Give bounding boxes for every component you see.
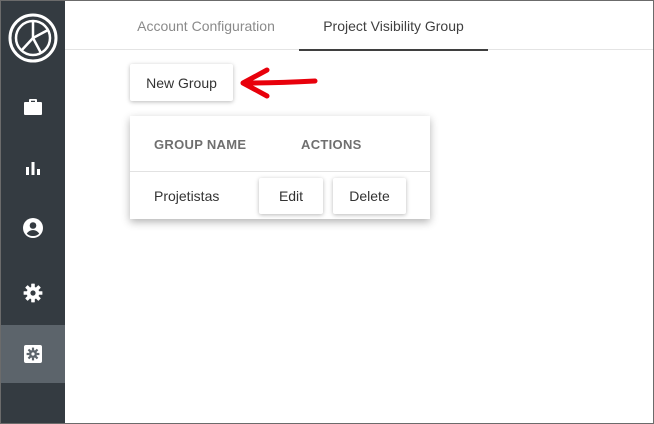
column-header-group-name: GROUP NAME: [154, 136, 247, 152]
table-header: GROUP NAME ACTIONS: [130, 116, 430, 172]
edit-button[interactable]: Edit: [259, 178, 323, 214]
settings-box-icon: [24, 345, 42, 363]
tab-account-configuration[interactable]: Account Configuration: [113, 1, 299, 50]
group-name-cell: Projetistas: [154, 187, 220, 204]
new-group-button[interactable]: New Group: [130, 64, 233, 101]
column-header-actions: ACTIONS: [301, 136, 362, 152]
sidebar-item-projects[interactable]: [1, 79, 65, 135]
sidebar-item-settings[interactable]: [1, 265, 65, 321]
sidebar-item-account[interactable]: [1, 200, 65, 256]
delete-button[interactable]: Delete: [333, 178, 406, 214]
groups-table: GROUP NAME ACTIONS Projetistas Edit Dele…: [130, 116, 430, 219]
bar-chart-icon: [25, 160, 41, 176]
logo-icon[interactable]: [8, 13, 58, 63]
tab-project-visibility-group[interactable]: Project Visibility Group: [299, 1, 488, 51]
annotation-arrow-icon: [240, 67, 318, 99]
app-window: Account Configuration Project Visibility…: [0, 0, 654, 424]
briefcase-icon: [23, 98, 43, 116]
sidebar-item-reports[interactable]: [1, 140, 65, 196]
tab-bar: Account Configuration Project Visibility…: [65, 1, 653, 51]
account-circle-icon: [23, 218, 43, 238]
sidebar: [1, 1, 65, 423]
table-row: Projetistas Edit Delete: [130, 172, 430, 219]
sidebar-item-admin-settings[interactable]: [1, 325, 65, 383]
gear-icon: [23, 283, 43, 303]
